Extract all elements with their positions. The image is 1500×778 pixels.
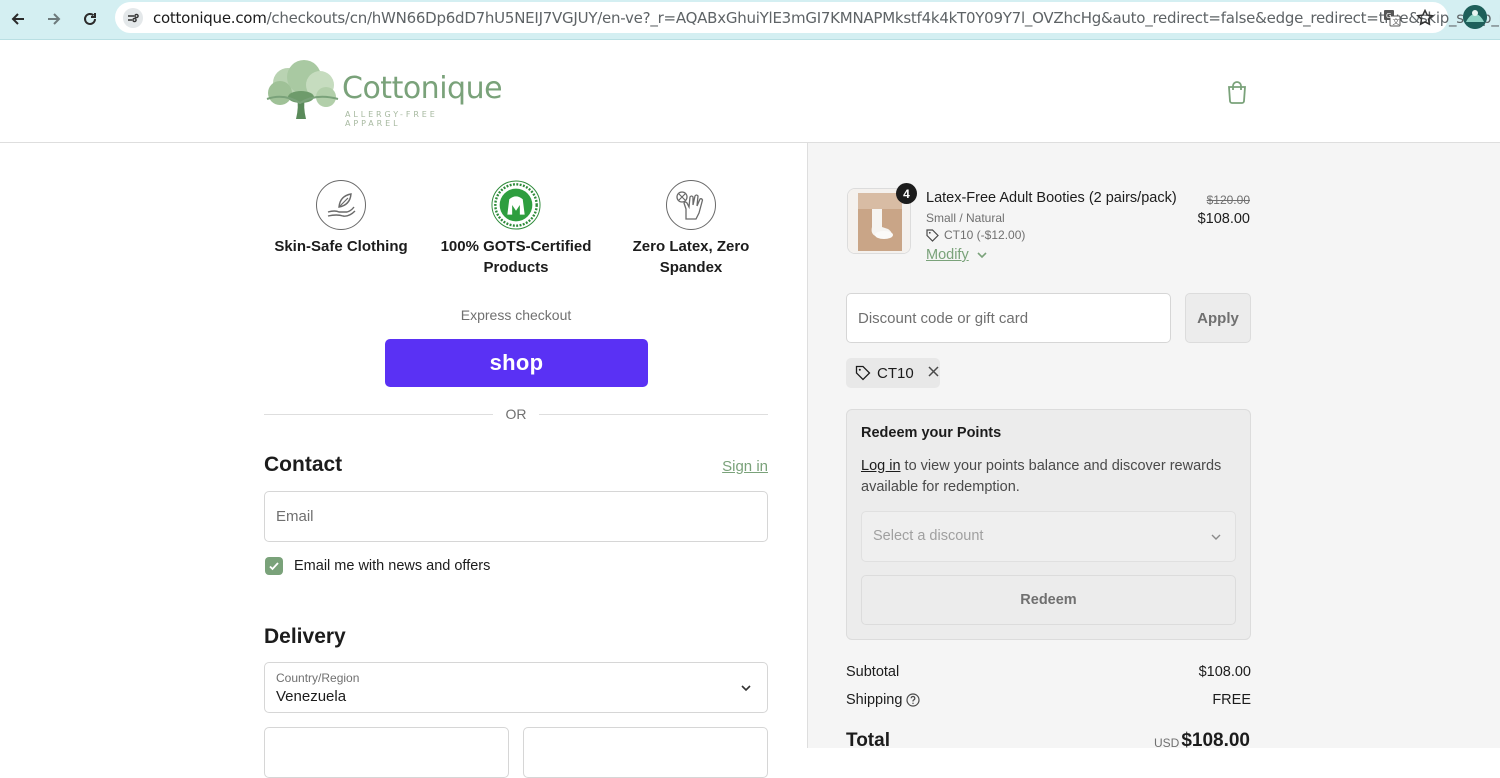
- applied-code: CT10: [877, 364, 914, 382]
- modify-label: Modify: [926, 247, 969, 263]
- remove-discount-icon[interactable]: [928, 364, 939, 382]
- badge-gots: 100% GOTS-Certified Products: [426, 180, 606, 278]
- email-field[interactable]: [264, 491, 768, 542]
- sign-in-link[interactable]: Sign in: [700, 458, 768, 475]
- applied-discount-pill: CT10: [846, 358, 940, 388]
- url-host: cottonique.com: [153, 9, 267, 27]
- badge-label: Zero Latex, Zero Spandex: [632, 238, 750, 276]
- hand-leaf-icon: [316, 180, 366, 230]
- browser-toolbar: cottonique.com/checkouts/cn/hWN66Dp6dD7h…: [0, 0, 1500, 40]
- no-latex-glove-icon: [666, 180, 716, 230]
- original-price: $120.00: [1206, 193, 1250, 207]
- tag-icon: [855, 365, 871, 381]
- total-label: Total: [846, 730, 890, 751]
- back-icon[interactable]: [4, 5, 32, 33]
- shop-pay-button[interactable]: shop: [385, 339, 648, 387]
- badge-label: Skin-Safe Clothing: [274, 238, 408, 255]
- subtotal-label: Subtotal: [846, 664, 900, 680]
- chevron-down-icon: [977, 252, 987, 259]
- cottonique-logo[interactable]: Cottonique ALLERGY-FREE APPAREL: [264, 59, 503, 128]
- subtotal-value: $108.00: [1198, 664, 1251, 680]
- bookmark-star-icon[interactable]: [1415, 8, 1435, 28]
- email-input[interactable]: [265, 492, 767, 541]
- shipping-value: FREE: [1212, 692, 1251, 708]
- redeem-button[interactable]: Redeem: [861, 575, 1236, 625]
- discount-code-field[interactable]: [846, 293, 1171, 343]
- url-text: cottonique.com/checkouts/cn/hWN66Dp6dD7h…: [153, 9, 1500, 27]
- discount-select-placeholder: Select a discount: [873, 528, 984, 544]
- profile-avatar[interactable]: [1463, 5, 1487, 29]
- help-circle-icon[interactable]: [906, 693, 920, 707]
- modify-link[interactable]: Modify: [926, 247, 989, 263]
- country-select[interactable]: Country/Region Venezuela: [264, 662, 768, 713]
- points-login-link[interactable]: Log in: [861, 458, 901, 474]
- delivery-heading: Delivery: [264, 625, 346, 648]
- logo-tagline: ALLERGY-FREE APPAREL: [345, 110, 438, 128]
- newsletter-label: Email me with news and offers: [294, 558, 491, 574]
- express-checkout-label: Express checkout: [460, 307, 572, 323]
- points-description: Log in to view your points balance and d…: [861, 456, 1236, 498]
- forward-icon[interactable]: [40, 5, 68, 33]
- checkout-form-column: Skin-Safe Clothing 100% GOTS-Certified P…: [0, 143, 807, 778]
- product-title: Latex-Free Adult Booties (2 pairs/pack): [926, 190, 1177, 206]
- svg-text:文: 文: [1393, 17, 1400, 26]
- badge-skin-safe: Skin-Safe Clothing: [251, 180, 431, 257]
- reload-icon[interactable]: [76, 5, 104, 33]
- tree-logo-icon: [266, 60, 339, 119]
- gots-logo-icon: [491, 180, 541, 230]
- last-name-field[interactable]: [523, 727, 768, 778]
- points-title: Redeem your Points: [861, 425, 1002, 441]
- product-price: $108.00: [1197, 211, 1250, 227]
- svg-text:G: G: [1386, 12, 1391, 20]
- points-text: to view your points balance and discover…: [861, 458, 1222, 495]
- chevron-down-icon: [741, 685, 751, 692]
- contact-heading: Contact: [264, 453, 343, 476]
- product-discount-label: CT10 (-$12.00): [944, 228, 1026, 242]
- apply-button[interactable]: Apply: [1185, 293, 1251, 343]
- quantity-badge: 4: [896, 183, 917, 204]
- order-summary-column: 4 Latex-Free Adult Booties (2 pairs/pack…: [807, 143, 1500, 751]
- newsletter-checkbox[interactable]: [265, 557, 283, 575]
- subtotal-row: Subtotal $108.00: [846, 664, 1251, 680]
- product-variant: Small / Natural: [926, 211, 1005, 225]
- discount-code-input[interactable]: [847, 294, 1170, 342]
- site-info-icon[interactable]: [123, 8, 143, 28]
- shipping-row: Shipping FREE: [846, 692, 1251, 708]
- store-header: Cottonique ALLERGY-FREE APPAREL: [0, 41, 1500, 143]
- badge-label: 100% GOTS-Certified Products: [440, 238, 592, 276]
- total-value: $108.00: [1181, 730, 1250, 751]
- checkmark-icon: [269, 562, 279, 571]
- logo-wordmark: Cottonique: [342, 71, 503, 106]
- discount-select[interactable]: Select a discount: [861, 511, 1236, 562]
- product-discount: CT10 (-$12.00): [926, 228, 1025, 242]
- translate-icon[interactable]: G文: [1382, 8, 1402, 28]
- shipping-label: Shipping: [846, 692, 903, 708]
- redeem-points-panel: Redeem your Points Log in to view your p…: [846, 409, 1251, 640]
- or-separator: OR: [505, 406, 527, 422]
- badge-zero-latex: Zero Latex, Zero Spandex: [601, 180, 781, 278]
- country-value: Venezuela: [276, 688, 347, 705]
- divider: [264, 414, 493, 415]
- country-label: Country/Region: [276, 671, 360, 685]
- address-bar[interactable]: cottonique.com/checkouts/cn/hWN66Dp6dD7h…: [115, 2, 1500, 33]
- tag-icon: [926, 228, 939, 242]
- divider: [539, 414, 768, 415]
- chevron-down-icon: [1211, 534, 1221, 540]
- url-path: /checkouts/cn/hWN66Dp6dD7hU5NEIJ7VGJUY/e…: [266, 9, 1500, 27]
- shopping-bag-icon[interactable]: [1226, 80, 1248, 104]
- first-name-field[interactable]: [264, 727, 509, 778]
